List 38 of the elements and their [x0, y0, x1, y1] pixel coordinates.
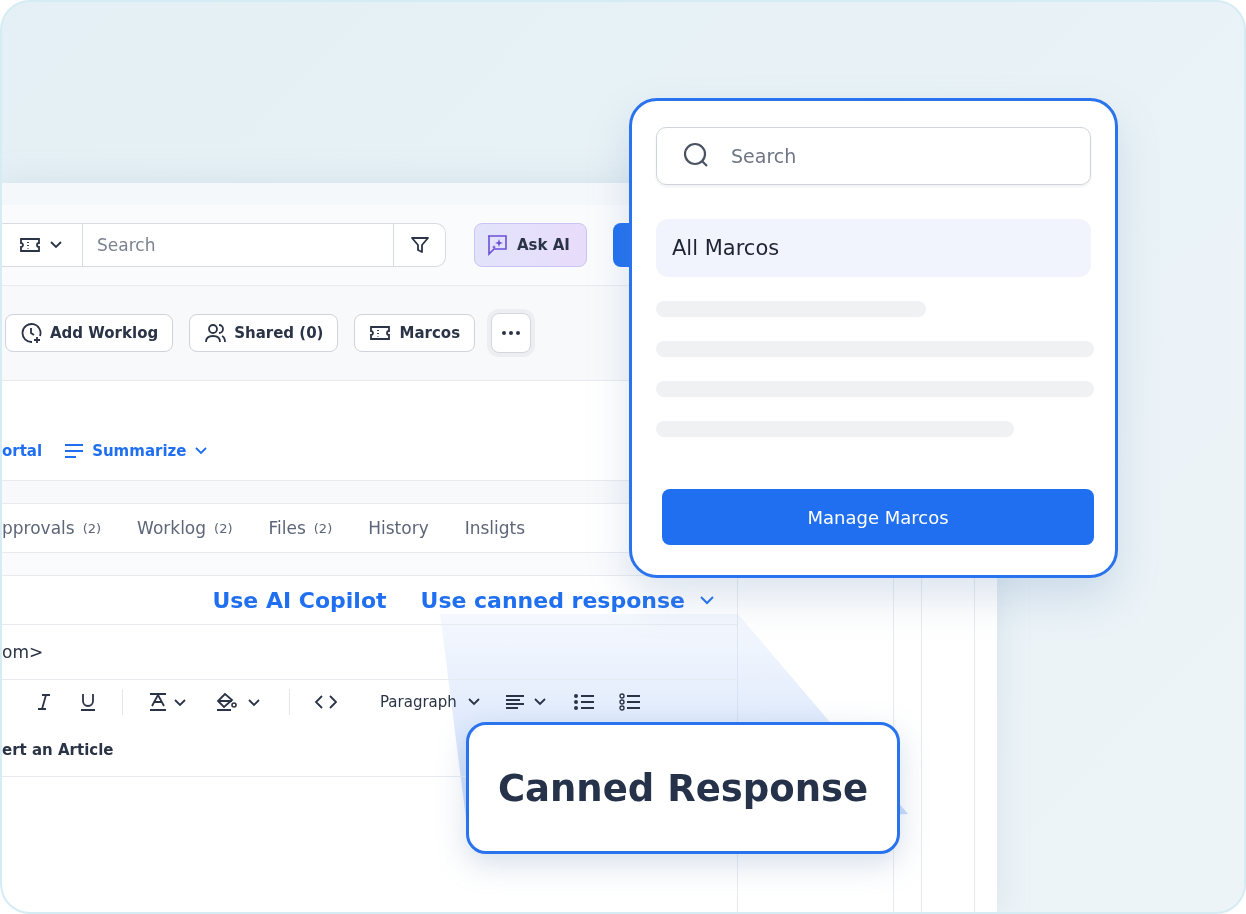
- callout-label: Canned Response: [466, 722, 900, 854]
- search-input[interactable]: Search: [729, 144, 1064, 168]
- macros-button[interactable]: Marcos: [354, 314, 476, 352]
- search-field[interactable]: Search: [82, 223, 394, 267]
- macro-search-field[interactable]: Search: [656, 127, 1091, 185]
- underline-icon[interactable]: [78, 692, 98, 712]
- insert-article-link[interactable]: ert an Article: [2, 741, 114, 759]
- ticket-icon: [18, 236, 41, 254]
- tab[interactable]: History: [362, 518, 435, 538]
- chevron-down-icon: [699, 595, 715, 605]
- worklog-button[interactable]: Add Worklog: [5, 314, 174, 352]
- paragraph-dropdown[interactable]: Paragraph: [380, 693, 481, 711]
- sparkle-chat-icon: [485, 233, 509, 257]
- clock-plus-icon: [20, 322, 42, 344]
- more-icon: [502, 331, 521, 335]
- chevron-down-icon: [48, 240, 63, 250]
- chevron-down-icon: [194, 446, 209, 456]
- users-icon: [204, 322, 227, 344]
- manage-macros-button[interactable]: Manage Marcos: [662, 489, 1094, 545]
- filter-button[interactable]: [394, 223, 446, 267]
- shared-button[interactable]: Shared (0): [189, 314, 339, 352]
- align-icon[interactable]: [504, 694, 549, 710]
- bullet-list-icon[interactable]: [572, 693, 595, 711]
- lines-icon: [64, 443, 85, 459]
- ask-ai-button[interactable]: Ask AI: [474, 223, 587, 267]
- summarize-link[interactable]: Summarize: [64, 442, 209, 460]
- canned-response-dropdown[interactable]: Use canned response: [420, 587, 715, 613]
- filter-icon: [408, 234, 431, 256]
- tab[interactable]: Insligts: [458, 518, 532, 538]
- macro-list-item[interactable]: All Marcos: [656, 219, 1091, 277]
- ticket-type-dropdown[interactable]: [2, 223, 82, 267]
- list-icon[interactable]: [618, 693, 641, 711]
- ticket-icon: [369, 324, 392, 342]
- chevron-down-icon: [466, 697, 481, 707]
- portal-link[interactable]: ortal: [2, 442, 43, 460]
- code-icon[interactable]: [314, 694, 338, 710]
- ai-copilot-link[interactable]: Use AI Copilot: [212, 587, 387, 613]
- recipient-text: om>: [2, 642, 44, 662]
